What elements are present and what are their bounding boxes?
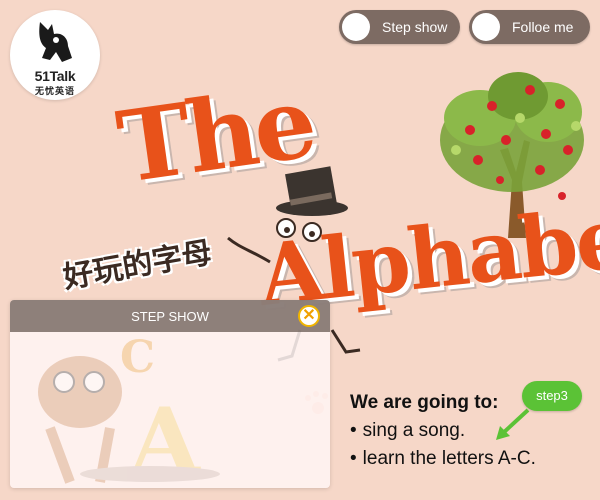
cat-with-letters-illustration: A C bbox=[38, 332, 220, 488]
bullet-icon: • bbox=[350, 448, 357, 469]
green-arrow-icon bbox=[496, 408, 530, 440]
goal-item-text: sing a song. bbox=[362, 420, 466, 441]
panel-body: A C bbox=[10, 332, 330, 488]
svg-text:C: C bbox=[120, 332, 155, 383]
step-badge: step3 bbox=[522, 381, 582, 411]
goal-item: • learn the letters A-C. bbox=[350, 448, 536, 470]
panel-header: STEP SHOW bbox=[10, 300, 330, 332]
goal-item-text: learn the letters A-C. bbox=[362, 448, 536, 469]
panel-title: STEP SHOW bbox=[131, 309, 209, 324]
bullet-icon: • bbox=[350, 420, 357, 441]
step-show-panel: STEP SHOW ✕ A C bbox=[10, 300, 330, 488]
close-icon[interactable]: ✕ bbox=[298, 305, 320, 327]
